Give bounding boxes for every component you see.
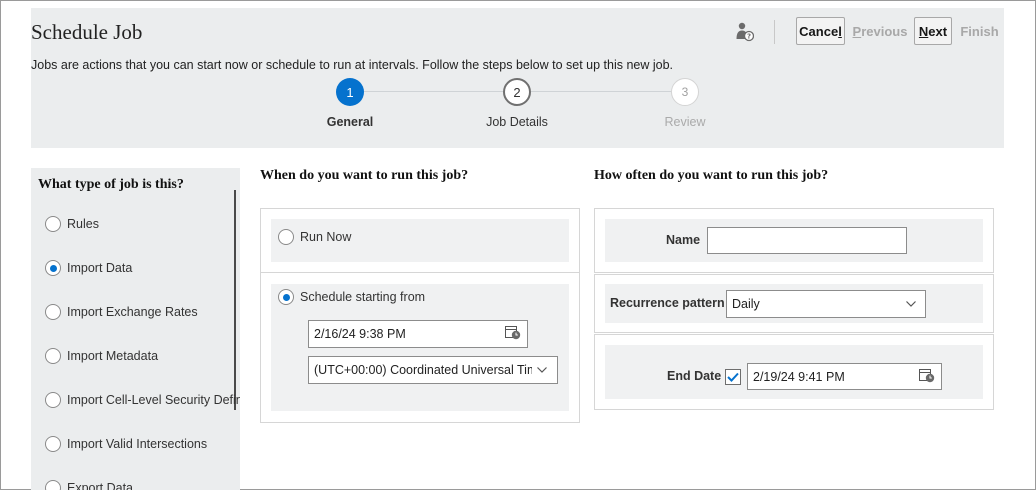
step-2-indicator[interactable]: 2 <box>503 78 531 106</box>
recurrence-value: Daily <box>732 297 760 311</box>
chevron-down-icon[interactable] <box>537 367 547 373</box>
page-title: Schedule Job <box>31 20 143 44</box>
radio-button[interactable] <box>45 260 61 276</box>
start-datetime-value: 2/16/24 9:38 PM <box>314 327 406 341</box>
name-input[interactable] <box>707 227 907 254</box>
step-1-label: General <box>326 115 374 129</box>
job-type-option-rules[interactable]: Rules <box>45 215 99 233</box>
option-label: Rules <box>67 217 99 231</box>
option-label: Import Cell-Level Security Defini <box>67 393 240 407</box>
finish-button[interactable]: Finish <box>957 17 1002 45</box>
how-often-section-title: How often do you want to run this job? <box>594 168 829 183</box>
schedule-radio[interactable] <box>278 289 294 305</box>
name-label: Name <box>666 233 701 247</box>
run-now-option[interactable]: Run Now <box>278 229 351 245</box>
radio-button[interactable] <box>45 348 61 364</box>
checkmark-icon <box>727 372 739 382</box>
end-date-label: End Date <box>667 369 722 383</box>
section-divider <box>260 272 580 273</box>
timezone-value: (UTC+00:00) Coordinated Universal Time <box>314 363 532 377</box>
page-header: Schedule Job Jobs are actions that you c… <box>31 8 1004 148</box>
job-type-option-import-data[interactable]: Import Data <box>45 259 132 277</box>
step-1-indicator[interactable]: 1 <box>336 78 364 106</box>
job-type-title: What type of job is this? <box>38 177 184 192</box>
radio-button[interactable] <box>45 392 61 408</box>
calendar-clock-icon[interactable] <box>505 326 521 340</box>
job-type-option-import-cell-level-security[interactable]: Import Cell-Level Security Defini <box>45 391 240 409</box>
recurrence-label: Recurrence pattern <box>610 296 725 310</box>
svg-text:?: ? <box>747 33 751 41</box>
when-section-title: When do you want to run this job? <box>260 168 469 183</box>
radio-button[interactable] <box>45 216 61 232</box>
job-type-option-import-metadata[interactable]: Import Metadata <box>45 347 158 365</box>
start-datetime-input[interactable]: 2/16/24 9:38 PM <box>308 320 528 348</box>
job-type-panel: What type of job is this? Rules Import D… <box>31 168 240 490</box>
toolbar-divider <box>774 20 775 44</box>
option-label: Import Data <box>67 261 133 275</box>
scrollbar[interactable] <box>234 190 236 410</box>
end-date-value: 2/19/24 9:41 PM <box>753 369 845 384</box>
run-now-radio[interactable] <box>278 229 294 245</box>
radio-button[interactable] <box>45 304 61 320</box>
end-date-input[interactable]: 2/19/24 9:41 PM <box>747 363 942 390</box>
timezone-select[interactable]: (UTC+00:00) Coordinated Universal Time <box>308 356 558 384</box>
previous-button[interactable]: Previous <box>851 17 909 45</box>
radio-button[interactable] <box>45 480 61 490</box>
option-label: Import Exchange Rates <box>67 305 198 319</box>
radio-button[interactable] <box>45 436 61 452</box>
schedule-label: Schedule starting from <box>300 290 426 304</box>
step-3-indicator: 3 <box>671 78 699 106</box>
calendar-clock-icon[interactable] <box>919 369 935 383</box>
cancel-button[interactable]: Cance l <box>796 17 845 45</box>
step-connector <box>531 91 671 92</box>
schedule-option[interactable]: Schedule starting from <box>278 289 425 305</box>
end-date-checkbox[interactable] <box>725 369 741 385</box>
step-2-label: Job Details <box>486 115 548 129</box>
recurrence-select[interactable]: Daily <box>726 290 926 318</box>
job-type-option-import-exchange-rates[interactable]: Import Exchange Rates <box>45 303 198 321</box>
job-type-option-import-valid-intersections[interactable]: Import Valid Intersections <box>45 435 207 453</box>
option-label: Export Data <box>67 481 134 490</box>
help-user-icon[interactable]: ? <box>736 22 754 42</box>
step-connector <box>364 91 503 92</box>
run-now-label: Run Now <box>300 230 352 244</box>
step-3-label: Review <box>664 115 706 129</box>
option-label: Import Metadata <box>67 349 159 363</box>
next-button[interactable]: Next <box>914 17 952 45</box>
job-type-option-export-data[interactable]: Export Data <box>45 479 133 490</box>
chevron-down-icon[interactable] <box>906 301 916 307</box>
page-description: Jobs are actions that you can start now … <box>31 58 674 72</box>
option-label: Import Valid Intersections <box>67 437 208 451</box>
